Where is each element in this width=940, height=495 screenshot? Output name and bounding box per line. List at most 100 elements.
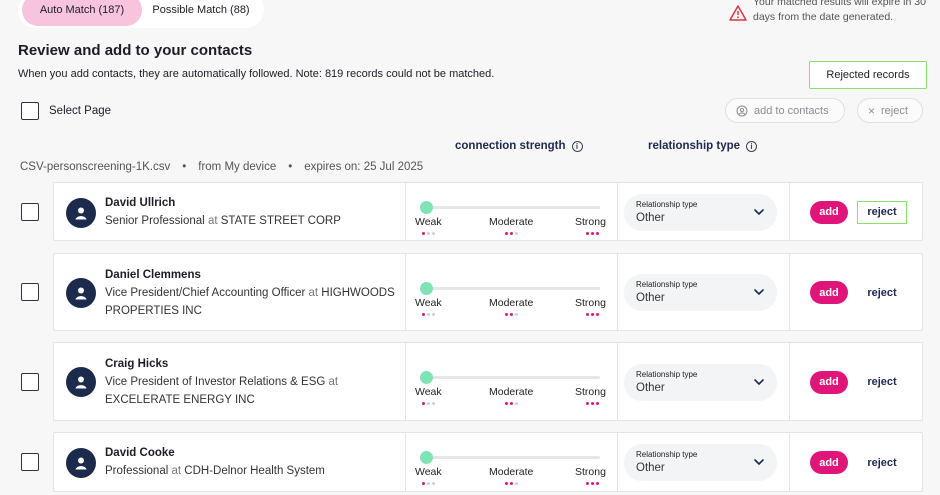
contact-name[interactable]: Daniel Clemmens [105,269,201,281]
select-page-label: Select Page [49,105,112,117]
relationship-type-caption: Relationship type [636,280,698,289]
connection-strength-cell: Weak Moderate Strong [406,433,618,491]
connection-strength-header: connection strength i [455,140,583,152]
chevron-down-icon [754,289,764,295]
add-contact-icon [736,105,748,116]
strength-moderate-label: Moderate [489,216,534,228]
strength-strong-label: Strong [575,386,606,398]
reject-selected-label: reject [881,104,908,117]
chevron-down-icon [754,459,764,465]
contact-title: Vice President of Investor Relations & E… [105,376,326,388]
tab-auto-match[interactable]: Auto Match (187) [22,0,142,26]
strong-dots [586,313,600,317]
weak-dots [422,232,436,236]
page-title: Review and add to your contacts [18,42,253,59]
info-icon[interactable]: i [746,140,758,152]
row-select-checkbox[interactable] [21,202,39,221]
connection-strength-cell: Weak Moderate Strong [406,343,618,420]
chevron-down-icon [754,378,764,385]
contact-title-line: Vice President of Investor Relations & E… [105,373,401,409]
file-name: CSV-personscreening-1K.csv [20,161,171,173]
relationship-type-select[interactable]: Relationship type Other [624,193,777,231]
close-icon: × [868,103,876,118]
add-button[interactable]: add [810,370,848,394]
add-button[interactable]: add [810,451,848,474]
strength-moderate-label: Moderate [489,466,534,478]
relationship-type-caption: Relationship type [636,199,698,209]
reject-button[interactable]: reject [857,281,907,304]
person-cell: Craig Hicks Vice President of Investor R… [54,343,406,420]
contact-title-line: Senior Professional at STATE STREET CORP [105,212,401,230]
contact-card: Daniel Clemmens Vice President/Chief Acc… [53,253,923,331]
actions-cell: add reject [789,433,924,491]
tab-possible-match[interactable]: Possible Match (88) [142,0,260,26]
connection-strength-cell: Weak Moderate Strong [406,254,618,330]
strength-strong-label: Strong [575,466,606,478]
contact-company: STATE STREET CORP [220,215,341,227]
contact-name[interactable]: Craig Hicks [105,358,168,370]
expiry-warning-text: Your matched results will expire in 30 d… [753,0,926,23]
reject-button[interactable]: reject [857,451,907,474]
info-icon[interactable]: i [571,140,583,152]
relationship-type-select[interactable]: Relationship type Other [624,274,777,311]
row-select-checkbox[interactable] [21,372,39,391]
row-select-checkbox[interactable] [21,283,39,301]
contact-name[interactable]: David Ullrich [105,197,175,209]
avatar [66,278,96,308]
moderate-dots [505,232,519,236]
strength-slider-handle[interactable] [420,201,433,214]
rejected-records-button[interactable]: Rejected records [809,61,927,89]
user-icon [75,457,87,470]
strength-slider-handle[interactable] [420,451,433,464]
contact-at: at [328,376,339,388]
contact-company: CDH-Delnor Health System [184,465,325,477]
separator-dot: • [182,161,187,173]
chevron-down-icon [754,208,764,215]
strength-weak-label: Weak [415,297,442,309]
strong-dots [586,232,600,236]
actions-cell: add reject [789,343,924,420]
weak-dots [422,482,436,486]
strength-weak-label: Weak [415,216,442,228]
select-page-checkbox[interactable] [21,102,39,120]
contact-name[interactable]: David Cooke [105,447,175,459]
weak-dots [422,402,436,406]
relationship-type-caption: Relationship type [636,450,698,459]
add-to-contacts-button[interactable]: add to contacts [725,98,845,123]
connection-strength-cell: Weak Moderate Strong [406,183,618,240]
moderate-dots [505,313,519,317]
avatar [66,198,96,228]
contact-card: David Cooke Professional at CDH-Delnor H… [53,432,923,492]
separator-dot: • [288,161,293,173]
contact-title: Professional [105,465,169,477]
relationship-type-header: relationship type i [648,140,758,152]
strong-dots [586,482,600,486]
strength-slider-track[interactable] [426,456,600,459]
avatar [66,367,96,397]
reject-button[interactable]: reject [857,200,907,224]
contact-row: David Cooke Professional at CDH-Delnor H… [0,432,940,492]
relationship-type-caption: Relationship type [636,369,698,379]
moderate-dots [505,402,519,406]
add-button[interactable]: add [810,200,848,224]
match-tabs: Auto Match (187) Possible Match (88) [18,0,264,28]
strength-slider-handle[interactable] [420,371,433,384]
relationship-type-select[interactable]: Relationship type Other [624,444,777,481]
add-button[interactable]: add [810,281,848,304]
relationship-type-select[interactable]: Relationship type Other [624,363,777,401]
contact-company: EXCELERATE ENERGY INC [105,394,255,406]
reject-button[interactable]: reject [857,371,907,394]
strength-strong-label: Strong [575,216,606,228]
strength-moderate-label: Moderate [489,297,534,309]
relationship-type-value: Other [636,381,665,394]
person-cell: Daniel Clemmens Vice President/Chief Acc… [54,254,406,330]
contact-card: David Ullrich Senior Professional at STA… [53,182,923,241]
row-select-checkbox[interactable] [21,453,39,471]
avatar [66,448,96,478]
strength-slider-track[interactable] [426,287,600,290]
strength-slider-track[interactable] [426,376,600,379]
strength-slider-handle[interactable] [420,282,433,295]
strength-weak-label: Weak [415,466,442,478]
reject-selected-button[interactable]: × reject [857,98,923,123]
strength-slider-track[interactable] [426,206,600,209]
